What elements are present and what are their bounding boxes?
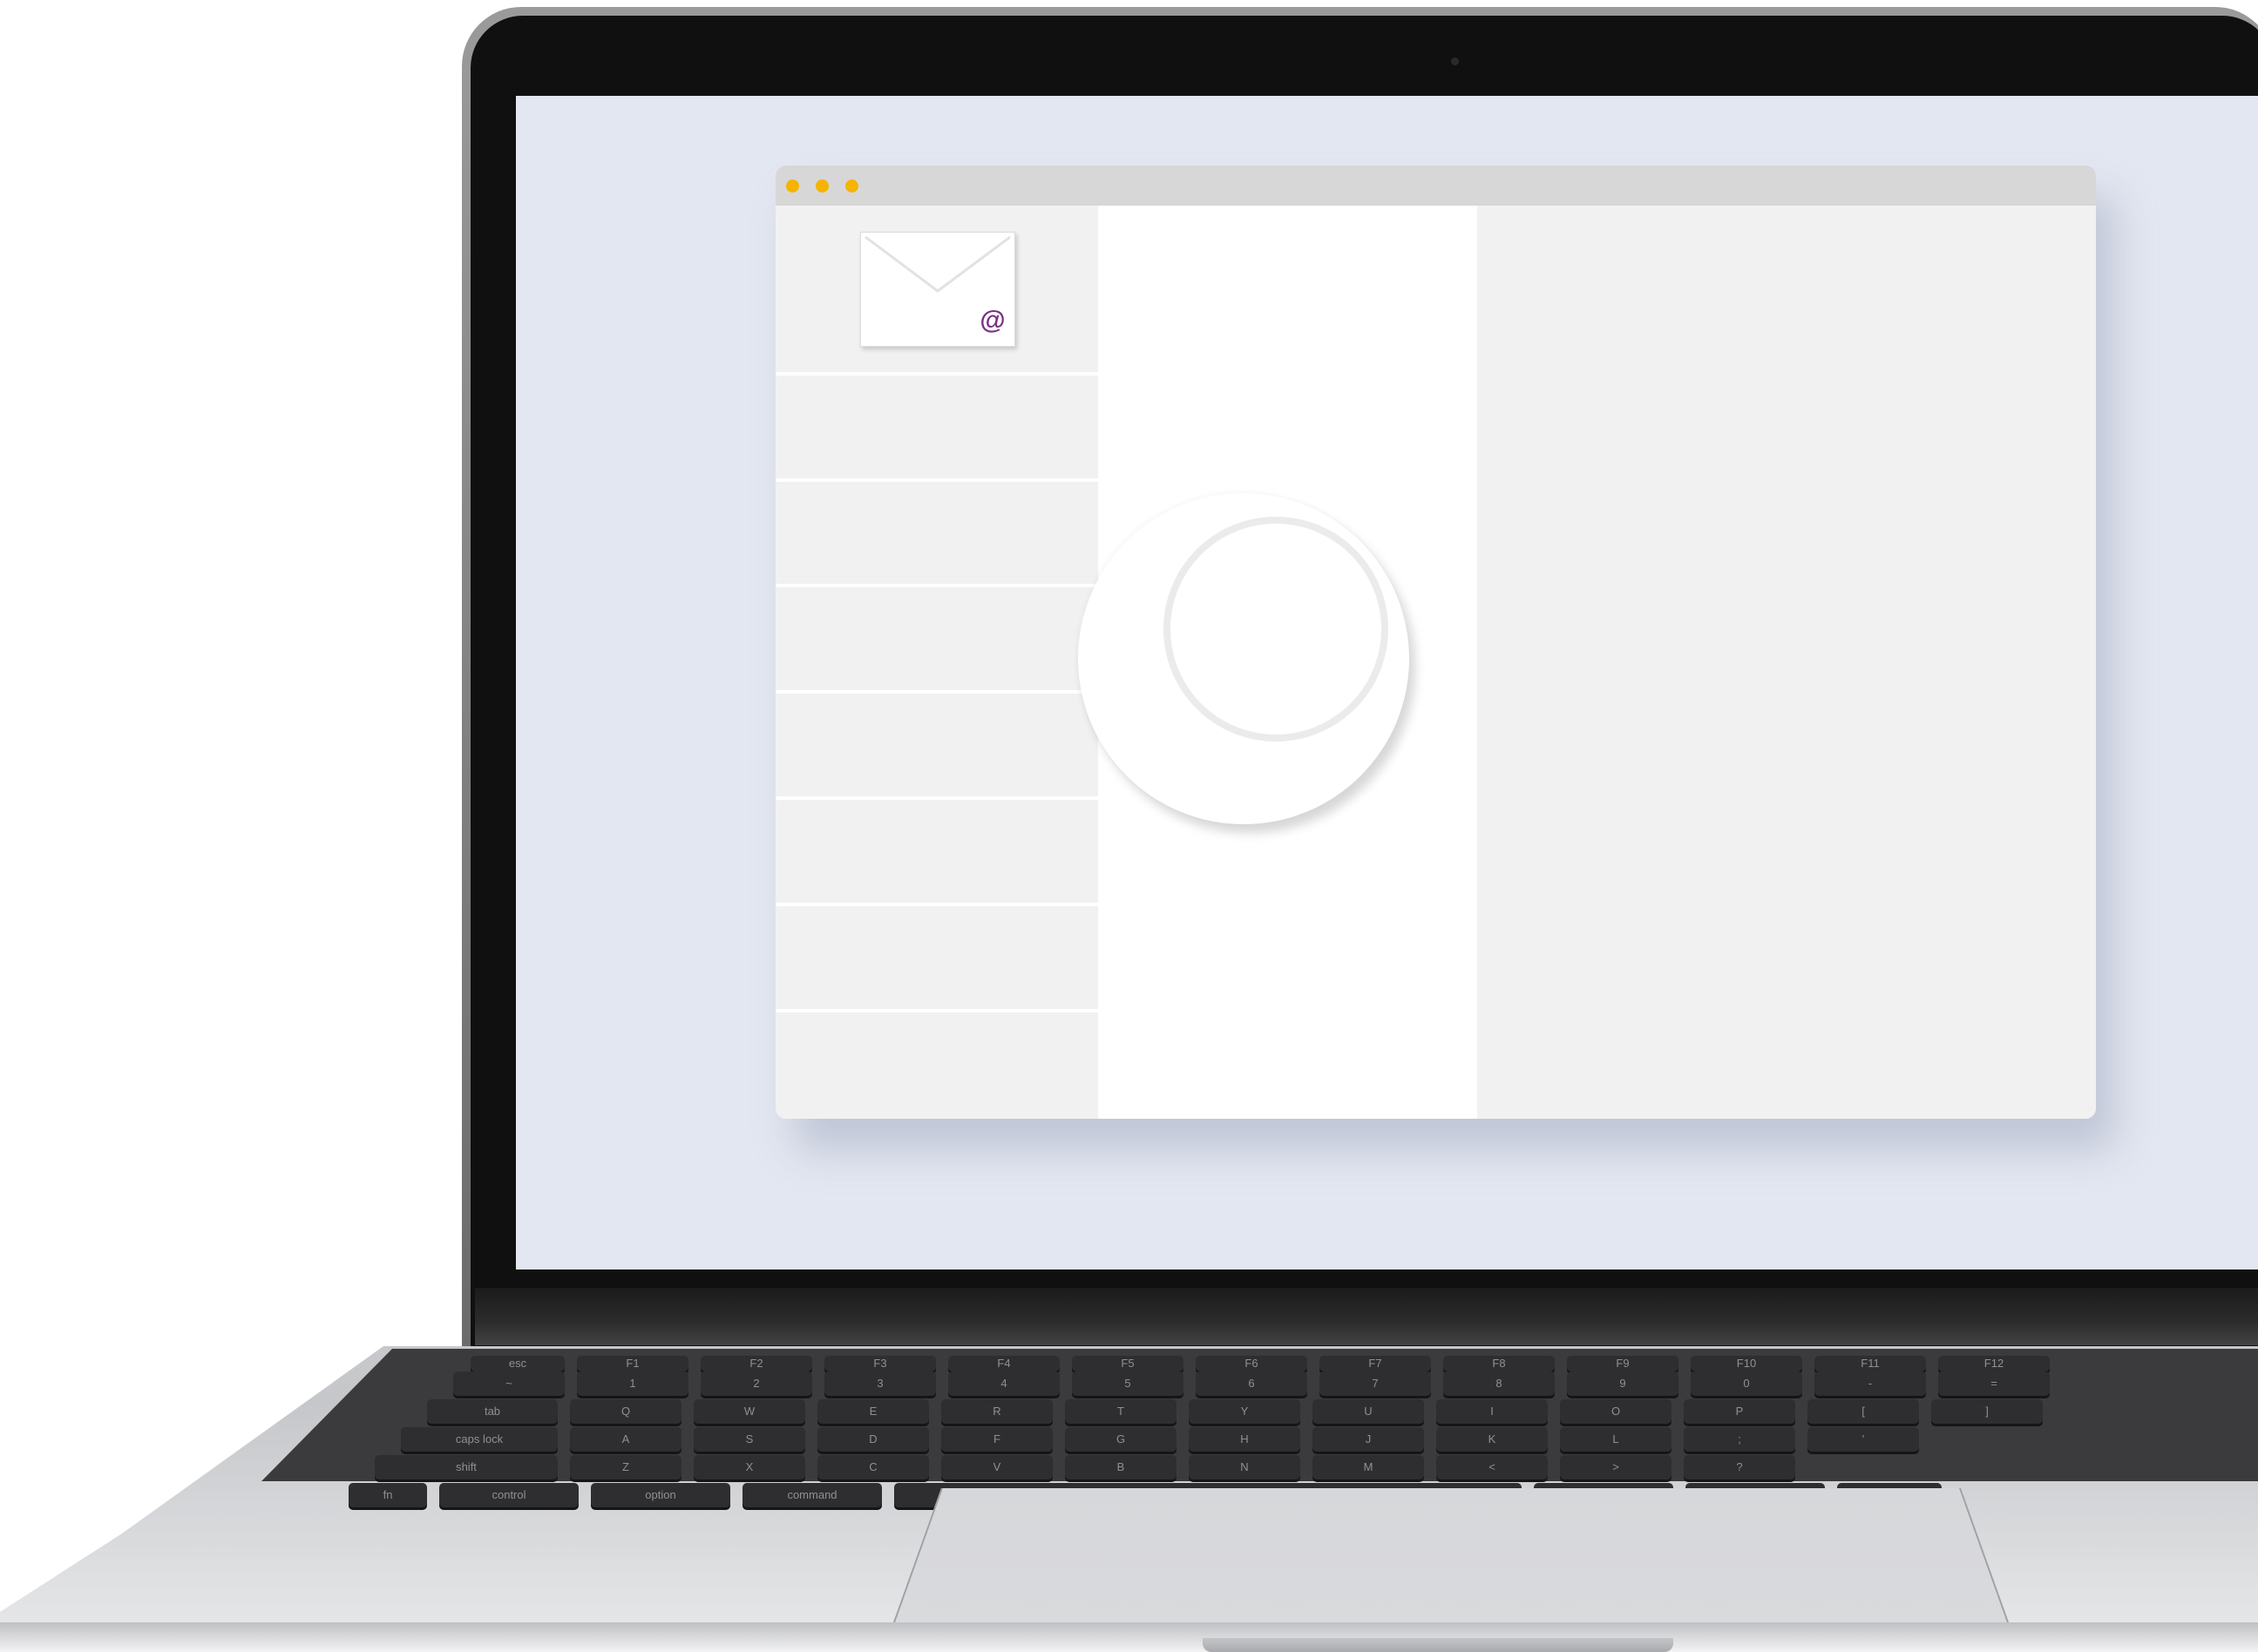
laptop-hinge [475,1288,2258,1345]
keyboard-key[interactable]: X [694,1455,805,1479]
keyboard-key[interactable]: H [1189,1427,1300,1452]
keyboard-row-zxcv: shift Z X C V B N M < >? [375,1455,1795,1479]
keyboard-row-numbers: ~1 2 3 4 5 6 7 8 9 0- = [453,1371,2050,1396]
message-list-pane [1078,206,1477,1119]
keyboard-key[interactable]: 2 [701,1371,812,1396]
keyboard-key[interactable]: V [941,1455,1053,1479]
keyboard-key[interactable]: T [1065,1399,1176,1424]
sidebar-divider [776,690,1098,694]
keyboard-key[interactable]: M [1312,1455,1424,1479]
keyboard-key[interactable]: ' [1807,1427,1919,1452]
keyboard-key[interactable]: ? [1684,1455,1795,1479]
keyboard-key[interactable]: < [1436,1455,1548,1479]
laptop-front-edge [0,1622,2258,1652]
keyboard-key[interactable]: tab [427,1399,558,1424]
keyboard-key[interactable]: 3 [824,1371,936,1396]
message-detail-pane [1477,206,2096,1119]
mail-sidebar: @ [776,206,1098,1119]
keyboard-key[interactable]: F7 [1319,1356,1431,1371]
keyboard-key[interactable]: E [817,1399,929,1424]
keyboard-key[interactable]: > [1560,1455,1671,1479]
keyboard-key[interactable]: G [1065,1427,1176,1452]
keyboard-key[interactable]: 9 [1567,1371,1678,1396]
trackpad[interactable] [889,1488,2013,1635]
keyboard-key[interactable]: 0 [1691,1371,1802,1396]
mail-icon[interactable]: @ [860,232,1015,347]
keyboard-key[interactable]: - [1814,1371,1926,1396]
keyboard-key[interactable]: S [694,1427,805,1452]
keyboard-key[interactable]: 4 [948,1371,1060,1396]
window-control-dot[interactable] [845,179,858,193]
keyboard-key[interactable]: R [941,1399,1053,1424]
sidebar-divider [776,584,1098,587]
keyboard-row-qwerty: tab Q W E R T Y U I O P [] [427,1399,2043,1424]
keyboard-key[interactable]: F3 [824,1356,936,1371]
keyboard-key[interactable]: 6 [1196,1371,1307,1396]
keyboard-key[interactable]: F1 [577,1356,688,1371]
sidebar-divider [776,478,1098,482]
laptop-screen: @ [516,96,2258,1269]
keyboard-key[interactable]: ~ [453,1371,565,1396]
sidebar-divider [776,372,1098,376]
lid-opening-notch [1203,1638,1673,1652]
keyboard-key[interactable]: = [1938,1371,2050,1396]
app-window: @ [776,166,2096,1119]
at-sign-icon: @ [980,306,1006,335]
keyboard-row-function: esc F1 F2 F3 F4 F5 F6 F7 F8 F9 F10 F11 F12 [471,1356,2050,1371]
keyboard-row-asdf: caps lock A S D F G H J K L; ' [401,1427,1919,1452]
keyboard-key[interactable]: F2 [701,1356,812,1371]
keyboard-key[interactable]: Z [570,1455,681,1479]
keyboard-key[interactable]: W [694,1399,805,1424]
keyboard-key[interactable]: Q [570,1399,681,1424]
keyboard-key[interactable]: K [1436,1427,1548,1452]
keyboard-key[interactable]: control [439,1483,579,1507]
keyboard-key[interactable]: N [1189,1455,1300,1479]
keyboard-key[interactable]: 8 [1443,1371,1555,1396]
keyboard-key[interactable]: A [570,1427,681,1452]
loading-ring-icon [1163,517,1388,741]
window-titlebar [776,166,2096,206]
window-control-dot[interactable] [786,179,799,193]
keyboard-key[interactable]: ; [1684,1427,1795,1452]
keyboard-key[interactable]: [ [1807,1399,1919,1424]
keyboard-key[interactable]: F5 [1072,1356,1183,1371]
keyboard-key[interactable]: L [1560,1427,1671,1452]
keyboard-key[interactable]: shift [375,1455,558,1479]
sidebar-divider [776,1009,1098,1012]
camera-icon [1451,58,1459,65]
keyboard-key[interactable]: U [1312,1399,1424,1424]
keyboard-key[interactable]: D [817,1427,929,1452]
keyboard-key[interactable]: F [941,1427,1053,1452]
sidebar-divider [776,796,1098,800]
keyboard-key[interactable]: I [1436,1399,1548,1424]
keyboard-key[interactable]: 7 [1319,1371,1431,1396]
keyboard-key[interactable]: F6 [1196,1356,1307,1371]
keyboard-key[interactable]: caps lock [401,1427,558,1452]
keyboard-key[interactable]: command [742,1483,882,1507]
keyboard-key[interactable]: F8 [1443,1356,1555,1371]
window-control-dot[interactable] [816,179,829,193]
sidebar-divider [776,903,1098,906]
keyboard-key[interactable]: Y [1189,1399,1300,1424]
keyboard-key[interactable]: 5 [1072,1371,1183,1396]
keyboard-key[interactable]: J [1312,1427,1424,1452]
keyboard-key[interactable]: F11 [1814,1356,1926,1371]
keyboard-key[interactable]: B [1065,1455,1176,1479]
keyboard-key[interactable]: O [1560,1399,1671,1424]
keyboard-key[interactable]: F10 [1691,1356,1802,1371]
keyboard-key[interactable]: ] [1931,1399,2043,1424]
keyboard-key[interactable]: F9 [1567,1356,1678,1371]
keyboard-key[interactable]: esc [471,1356,565,1371]
keyboard-key[interactable]: F4 [948,1356,1060,1371]
keyboard-key[interactable]: P [1684,1399,1795,1424]
keyboard-key[interactable]: 1 [577,1371,688,1396]
keyboard-key[interactable]: F12 [1938,1356,2050,1371]
keyboard-key[interactable]: C [817,1455,929,1479]
keyboard-key[interactable]: option [591,1483,730,1507]
keyboard-key[interactable]: fn [349,1483,427,1507]
